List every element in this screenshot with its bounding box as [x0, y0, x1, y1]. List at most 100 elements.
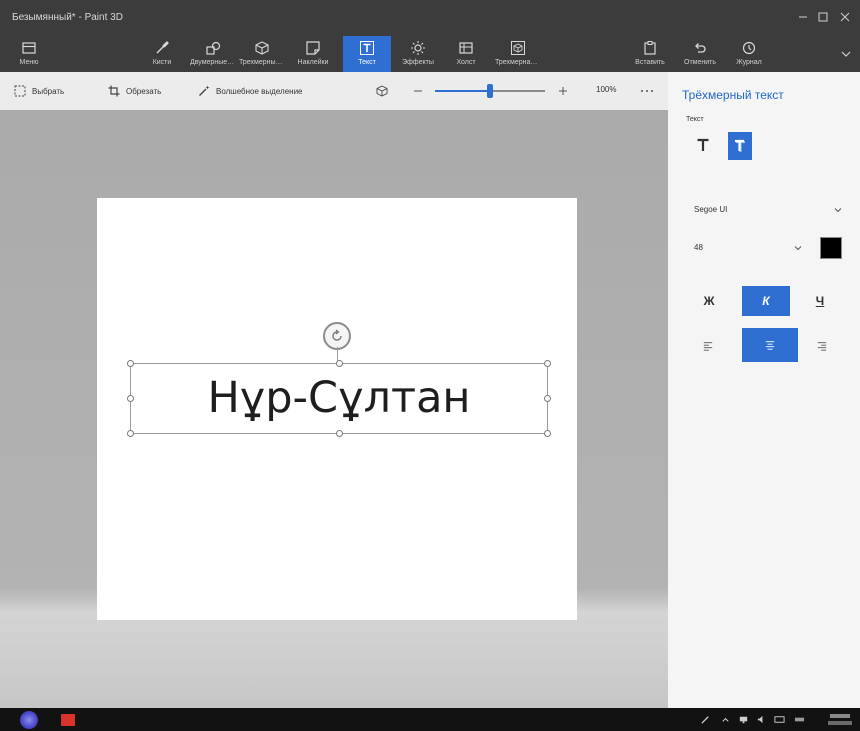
undo-button[interactable]: Отменить: [677, 36, 723, 72]
window-title: Безымянный* - Paint 3D: [12, 12, 123, 23]
resize-handle-right[interactable]: [544, 395, 551, 402]
minimize-icon[interactable]: [796, 10, 810, 24]
font-dropdown-value: Segoe UI: [694, 205, 728, 214]
3d-text-button[interactable]: [728, 132, 752, 160]
2d-text-icon: [697, 138, 709, 151]
crop-button[interactable]: Обрезать: [108, 83, 161, 99]
zoom-slider-fill: [435, 90, 490, 92]
taskbar-app-icon[interactable]: [61, 714, 75, 726]
chevron-down-icon: [834, 208, 842, 213]
tool-label: Трехмерная библиотека: [495, 59, 541, 66]
magic-select-button[interactable]: Волшебное выделение: [198, 83, 302, 99]
tool-brushes[interactable]: Кисти: [139, 36, 185, 72]
pen-icon[interactable]: [700, 714, 711, 725]
tool-label: Трехмерные фигуры: [239, 59, 285, 66]
zoom-slider-thumb[interactable]: [487, 84, 493, 98]
canvas-text[interactable]: Нұр-Сұлтан: [131, 364, 547, 433]
tool-3d-library[interactable]: Трехмерная библиотека: [495, 36, 541, 72]
resize-handle-bottom[interactable]: [336, 430, 343, 437]
rotate-icon: [332, 329, 342, 341]
tool-canvas[interactable]: Холст: [443, 36, 489, 72]
3d-view-button[interactable]: [376, 83, 388, 99]
clock[interactable]: [826, 712, 854, 728]
keyboard-icon[interactable]: [774, 714, 785, 725]
3d-shapes-icon: [255, 41, 269, 55]
tool-label: Кисти: [152, 59, 172, 66]
action-label: Вставить: [635, 59, 665, 66]
bold-label: Ж: [703, 294, 715, 308]
tool-label: Наклейки: [297, 59, 329, 66]
resize-handle-bottom-left[interactable]: [127, 430, 134, 437]
chevron-down-icon[interactable]: [840, 48, 852, 60]
toolbar: Выбрать Обрезать Волшебное выделение 100…: [0, 72, 668, 110]
tool-effects[interactable]: Эффекты: [395, 36, 441, 72]
magic-wand-icon: [199, 85, 210, 96]
tool-2d-shapes[interactable]: Двумерные фигуры: [190, 36, 236, 72]
canvas[interactable]: Нұр-Сұлтан: [97, 198, 577, 620]
italic-button[interactable]: К: [742, 286, 790, 316]
more-options-icon[interactable]: [640, 86, 654, 96]
paste-button[interactable]: Вставить: [627, 36, 673, 72]
tool-label: Эффекты: [402, 59, 434, 66]
2d-shapes-icon: [206, 41, 221, 55]
tool-label: Двумерные фигуры: [190, 59, 236, 66]
2d-text-button[interactable]: [692, 134, 714, 156]
tool-text[interactable]: Текст: [343, 36, 391, 72]
taskbar: [0, 708, 860, 731]
menu-label: Меню: [19, 59, 39, 66]
panel-title: Трёхмерный текст: [682, 88, 784, 102]
tool-label: Холст: [456, 59, 476, 66]
resize-handle-bottom-right[interactable]: [544, 430, 551, 437]
zoom-out-icon[interactable]: [413, 86, 423, 96]
history-icon: [742, 41, 756, 55]
volume-icon[interactable]: [756, 714, 767, 725]
select-button[interactable]: Выбрать: [14, 83, 64, 99]
select-label: Выбрать: [32, 86, 65, 96]
crop-label: Обрезать: [126, 86, 162, 96]
workspace: Нұр-Сұлтан: [0, 110, 668, 708]
select-icon: [14, 85, 26, 97]
start-button[interactable]: [20, 711, 38, 729]
magic-select-label: Волшебное выделение: [216, 86, 303, 96]
bold-button[interactable]: Ж: [694, 286, 724, 316]
align-right-icon: [817, 342, 827, 351]
stickers-icon: [306, 41, 320, 55]
align-right-button[interactable]: [806, 330, 838, 362]
resize-handle-left[interactable]: [127, 395, 134, 402]
canvas-icon: [459, 42, 473, 54]
tool-stickers[interactable]: Наклейки: [290, 36, 336, 72]
close-icon[interactable]: [838, 10, 852, 24]
font-dropdown[interactable]: Segoe UI: [686, 200, 846, 220]
text-color-swatch[interactable]: [820, 237, 842, 259]
network-icon[interactable]: [738, 714, 749, 725]
resize-handle-top[interactable]: [336, 360, 343, 367]
action-label: Отменить: [684, 59, 716, 66]
rotate-handle[interactable]: [323, 322, 351, 350]
chevron-up-icon[interactable]: [720, 714, 731, 725]
text-type-label: Текст: [686, 116, 704, 123]
align-left-button[interactable]: [692, 330, 724, 362]
effects-icon: [411, 41, 425, 55]
zoom-slider[interactable]: [435, 84, 545, 98]
language-icon[interactable]: [794, 714, 805, 725]
menu-button[interactable]: Меню: [6, 36, 52, 72]
size-dropdown[interactable]: 48: [686, 238, 806, 258]
text-box[interactable]: Нұр-Сұлтан: [127, 360, 551, 437]
resize-handle-top-right[interactable]: [544, 360, 551, 367]
align-center-button[interactable]: [742, 328, 798, 362]
zoom-in-icon[interactable]: [558, 86, 568, 96]
underline-button[interactable]: Ч: [804, 286, 836, 316]
text-icon: [360, 41, 374, 55]
tool-label: Текст: [358, 59, 376, 66]
history-button[interactable]: Журнал: [726, 36, 772, 72]
undo-icon: [695, 43, 706, 53]
resize-handle-top-left[interactable]: [127, 360, 134, 367]
maximize-icon[interactable]: [816, 10, 830, 24]
zoom-value[interactable]: 100%: [596, 85, 616, 94]
ribbon-bar: Безымянный* - Paint 3D Меню Кисти Двумер…: [0, 0, 860, 72]
size-dropdown-value: 48: [694, 243, 703, 252]
italic-label: К: [762, 294, 770, 308]
tool-3d-shapes[interactable]: Трехмерные фигуры: [239, 36, 285, 72]
menu-icon: [22, 42, 36, 54]
side-panel: Трёхмерный текст Текст Segoe UI 48 Ж К Ч: [668, 72, 860, 708]
